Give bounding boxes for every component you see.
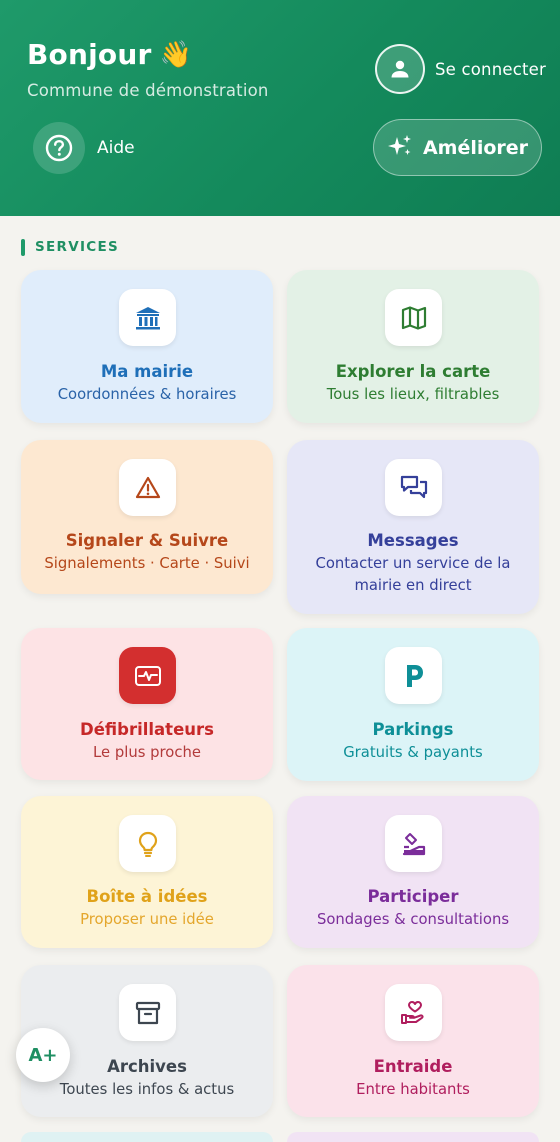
card-subtitle: Signalements · Carte · Suivi [44, 555, 250, 572]
chat-icon [385, 459, 442, 516]
waving-hand-icon: 👋 [159, 39, 193, 70]
card-title: Défibrillateurs [80, 720, 214, 739]
user-icon [375, 44, 425, 94]
lightbulb-icon [119, 815, 176, 872]
map-icon [385, 289, 442, 346]
improve-label: Améliorer [422, 136, 529, 159]
service-card-participer[interactable]: Participer Sondages & consultations [287, 796, 539, 948]
help-label: Aide [97, 138, 135, 158]
card-title: Messages [367, 531, 459, 550]
service-card-boite-a-idees[interactable]: Boîte à idées Proposer une idée [21, 796, 273, 948]
card-subtitle: Gratuits & payants [343, 744, 483, 761]
service-card-ma-mairie[interactable]: Ma mairie Coordonnées & horaires [21, 270, 273, 423]
card-subtitle: Coordonnées & horaires [57, 386, 237, 403]
section-accent-bar [21, 238, 25, 256]
defibrillator-icon [119, 647, 176, 704]
card-subtitle: Le plus proche [93, 744, 201, 761]
card-subtitle: Toutes les infos & actus [59, 1081, 235, 1098]
commune-name: Commune de démonstration [27, 81, 269, 100]
greeting: Bonjour 👋 [27, 38, 192, 71]
service-card-defibrillateurs[interactable]: Défibrillateurs Le plus proche [21, 628, 273, 780]
vote-icon [385, 815, 442, 872]
login-button[interactable]: Se connecter [375, 44, 546, 94]
card-title: Signaler & Suivre [65, 531, 229, 550]
card-title: Ma mairie [100, 362, 194, 381]
card-subtitle: Tous les lieux, filtrables [326, 386, 500, 403]
help-button[interactable]: Aide [33, 121, 135, 175]
service-card-parkings[interactable]: Parkings Gratuits & payants [287, 628, 539, 781]
card-title: Participer [367, 887, 459, 906]
service-card-entraide[interactable]: Entraide Entre habitants [287, 965, 539, 1117]
service-card-next-peek [287, 1132, 539, 1142]
service-card-next-peek [21, 1132, 273, 1142]
card-subtitle: Sondages & consultations [316, 911, 510, 928]
card-title: Explorer la carte [335, 362, 491, 381]
card-subtitle: Entre habitants [356, 1081, 470, 1098]
service-card-signaler-suivre[interactable]: Signaler & Suivre Signalements · Carte ·… [21, 440, 273, 594]
services-section-title: SERVICES [21, 238, 119, 256]
sparkles-icon [387, 133, 413, 163]
card-title: Entraide [373, 1057, 453, 1076]
service-card-explorer-la-carte[interactable]: Explorer la carte Tous les lieux, filtra… [287, 270, 539, 423]
town-hall-icon [119, 289, 176, 346]
login-label: Se connecter [435, 59, 546, 79]
card-subtitle: Contacter un service de la mairie en dir… [315, 555, 511, 594]
heart-hand-icon [385, 984, 442, 1041]
font-size-button[interactable]: A+ [16, 1028, 70, 1082]
warning-icon [119, 459, 176, 516]
header: Bonjour 👋 Commune de démonstration Se co… [0, 0, 560, 216]
help-icon [33, 122, 85, 174]
greeting-text: Bonjour [27, 38, 152, 71]
service-card-messages[interactable]: Messages Contacter un service de la mair… [287, 440, 539, 614]
improve-button[interactable]: Améliorer [373, 119, 542, 176]
card-subtitle: Proposer une idée [80, 911, 214, 928]
card-title: Boîte à idées [86, 887, 208, 906]
card-title: Parkings [372, 720, 454, 739]
section-label: SERVICES [35, 239, 120, 255]
parking-icon [385, 647, 442, 704]
archive-icon [119, 984, 176, 1041]
